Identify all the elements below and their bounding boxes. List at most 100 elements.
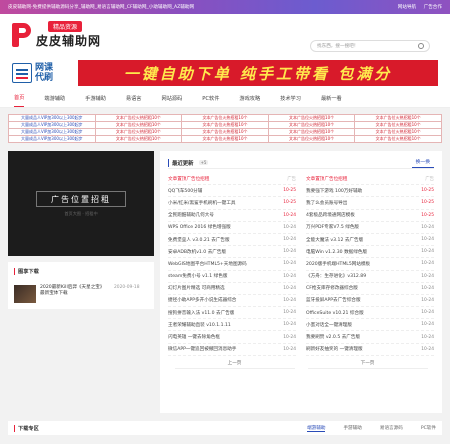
recommend-item[interactable]: 2020最新Kill后羿《天星之宝》最新宝体下载 2020-09-18 [14,285,148,303]
text-ad-link[interactable]: 文本广告位火热招租10个 [355,136,442,143]
list-item[interactable]: 搜狗拼音输入法 v11.0 去广告版 10-24 [168,307,296,320]
list-item-title[interactable]: 刷新好友抽奖的 一键清理版 [306,346,421,352]
list-item[interactable]: 我了么会员账号导出 10-25 [306,197,434,210]
list-item-title[interactable]: 小米/红米/黑鲨手机刷机一键工具 [168,200,283,206]
list-item-title[interactable]: 小蜜对话全一键清理版 [306,322,421,328]
banner-ad[interactable]: 一键自助下单 纯手工带看 包满分 [78,60,438,86]
nav-item-e-language[interactable]: 易语言 [126,95,142,107]
nav-item-home[interactable]: 首页 [14,94,25,107]
list-item[interactable]: 微信APP一键追回被撤回消息助手 10-24 [168,344,296,356]
list-item[interactable]: 小米/红米/黑鲨手机刷机一键工具 10-25 [168,197,296,210]
list-item-title[interactable]: 文章置顶广告位招租 [168,176,287,182]
list-item-title[interactable]: steam免费小号 v1.1 绿色版 [168,273,283,279]
text-ad-link[interactable]: 文本广告位火热招租10个 [355,122,442,129]
logo-icon[interactable] [10,21,32,49]
wangke-logo[interactable]: 网课 代刷 [12,58,78,88]
tab-e-language-source[interactable]: 易语言源码 [380,425,403,432]
site-map-link[interactable]: 网站导航 [398,5,416,10]
list-item[interactable]: 2020版手机端HTML5网站模板 10-24 [306,258,434,271]
list-item[interactable]: 王者荣耀辅助直装 v10.1.1.11 10-24 [168,319,296,332]
list-item-title[interactable]: 全能大魔法 v3.12 去广告版 [306,237,421,243]
pinned-ad-row[interactable]: 文章置顶广告位招租 广告 [168,173,296,186]
refresh-button[interactable]: 换一换 [411,158,434,168]
text-ad-link[interactable]: 大量成品人VIP加300以上300起步 [9,129,96,136]
list-item[interactable]: 刷新好友抽奖的 一键清理版 10-24 [306,344,434,356]
list-item[interactable]: QQ飞车500分辅 10-25 [168,185,296,198]
nav-item-latest[interactable]: 最新一看 [321,95,342,107]
list-item-title[interactable]: WPS Office 2016 绿色增强版 [168,224,283,230]
nav-item-mobile-cheats[interactable]: 手游辅助 [85,95,106,107]
list-item[interactable]: 4套极品跨境通网店模板 10-25 [306,210,434,222]
list-item-title[interactable]: 万兴PDF专家V7.5 绿色版 [306,224,421,230]
nav-item-pc-cheats[interactable]: 端游辅助 [44,95,65,107]
list-item-title[interactable]: 搜狗拼音输入法 v11.0 去广告版 [168,310,283,316]
tab-mobile-cheats[interactable]: 手游辅助 [343,425,361,432]
nav-item-pc-software[interactable]: PC软件 [202,95,219,107]
text-ad-link[interactable]: 大量成品人VIP加300以上300起步 [9,136,96,143]
list-item[interactable]: WPS Office 2016 绿色增强版 10-24 [168,222,296,234]
list-item[interactable]: 小蜜对话全一键清理版 10-24 [306,319,434,332]
list-item-title[interactable]: WebGIS地图平台HTML5+天地图源码 [168,261,283,267]
text-ad-link[interactable]: 大量成品人VIP加300以上300起步 [9,122,96,129]
text-ad-link[interactable]: 文本广告位火热招租10个 [95,136,183,143]
list-item[interactable]: 捷径小助APP多开小说生成器综合 10-24 [168,295,296,308]
list-item[interactable]: steam免费小号 v1.1 绿色版 10-24 [168,271,296,283]
text-ad-link[interactable]: 文本广告位火热招租10个 [268,115,356,122]
list-item[interactable]: OfficeSuite v10.21 综合版 10-24 [306,307,434,320]
list-item[interactable]: 电脑Win v1.2.30 数据绿色版 10-24 [306,246,434,259]
list-item-title[interactable]: 我要刷赞 v2.0.5 去广告版 [306,334,421,340]
list-item[interactable]: 我要刷赞 v2.0.5 去广告版 10-24 [306,331,434,344]
list-item[interactable]: 闪电英雄 一键去除角色框 10-24 [168,331,296,344]
search-icon[interactable] [418,43,424,49]
text-ad-link[interactable]: 文本广告位火热招租10个 [182,136,269,143]
list-item-title[interactable]: OfficeSuite v10.21 综合版 [306,310,421,316]
list-item-title[interactable]: 免费堡垒人 v3.0.21 去广告版 [168,237,283,243]
list-item-title[interactable]: 捷径小助APP多开小说生成器综合 [168,297,283,303]
list-item-title[interactable]: 我了么会员账号导出 [306,200,421,206]
list-item-title[interactable]: 全民跑酷辅助几何大号 [168,212,283,218]
list-item-title[interactable]: 4套极品跨境通网店模板 [306,212,421,218]
image-ad-slot[interactable]: 广告位置招租 首页大图 · 招租中 [8,151,154,256]
list-item[interactable]: 全民跑酷辅助几何大号 10-24 [168,210,296,222]
nav-item-tech-learning[interactable]: 技术学习 [280,95,301,107]
list-item-title[interactable]: 幻灯片图片精选 可商用精选 [168,285,283,291]
text-ad-link[interactable]: 大量成品人VIP加300以上300起步 [9,115,96,122]
list-item[interactable]: 《方舟：生存进化》v312.89 10-24 [306,271,434,283]
list-item-title[interactable]: 我要强下游戏 100万好辅助 [306,188,421,194]
list-item[interactable]: 安卓ADB改机v1.0 去广告版 10-24 [168,246,296,259]
logo[interactable]: 精品资源 皮皮辅助网 [36,21,101,49]
text-ad-link[interactable]: 文本广告位火热招租10个 [182,122,269,129]
list-item[interactable]: WebGIS地图平台HTML5+天地图源码 10-24 [168,258,296,271]
nav-item-web-source[interactable]: 网站源码 [162,95,183,107]
text-ad-link[interactable]: 文本广告位火热招租10个 [95,129,183,136]
prev-page-button[interactable]: 上一页 [174,360,295,369]
next-page-button[interactable]: 下一页 [307,360,428,369]
ad-cooperation-link[interactable]: 广告合作 [424,5,442,10]
recommend-item-title[interactable]: 2020最新Kill后羿《天星之宝》最新宝体下载 [40,285,108,297]
list-item[interactable]: CF枪支库存修改器综合版 10-24 [306,283,434,295]
list-item[interactable]: 幻灯片图片精选 可商用精选 10-24 [168,283,296,295]
list-item-title[interactable]: QQ飞车500分辅 [168,188,283,194]
list-item-title[interactable]: 电脑Win v1.2.30 数据绿色版 [306,249,421,255]
nav-item-game-guides[interactable]: 游戏攻略 [239,95,260,107]
list-item-title[interactable]: 文章置顶广告位招租 [306,176,425,182]
list-item-title[interactable]: 王者荣耀辅助直装 v10.1.1.11 [168,322,283,328]
text-ad-link[interactable]: 文本广告位火热招租10个 [268,129,356,136]
tab-pc-cheats[interactable]: 端游辅助 [307,425,326,432]
list-item[interactable]: 免费堡垒人 v3.0.21 去广告版 10-24 [168,234,296,247]
text-ad-link[interactable]: 文本广告位火热招租10个 [95,122,183,129]
recommend-thumbnail[interactable] [14,285,36,303]
text-ad-link[interactable]: 文本广告位火热招租10个 [182,129,269,136]
text-ad-link[interactable]: 文本广告位火热招租10个 [95,115,183,122]
text-ad-link[interactable]: 文本广告位火热招租10个 [268,122,356,129]
text-ad-link[interactable]: 文本广告位火热招租10个 [355,129,442,136]
list-item-title[interactable]: 《方舟：生存进化》v312.89 [306,273,421,279]
text-ad-link[interactable]: 文本广告位火热招租10个 [355,115,442,122]
list-item-title[interactable]: CF枪支库存修改器综合版 [306,285,421,291]
list-item[interactable]: 万兴PDF专家V7.5 绿色版 10-24 [306,222,434,234]
list-item-title[interactable]: 蓝牙投屏APP去广告综合版 [306,297,421,303]
list-item[interactable]: 全能大魔法 v3.12 去广告版 10-24 [306,234,434,247]
tab-pc-software[interactable]: PC软件 [421,425,436,432]
list-item[interactable]: 我要强下游戏 100万好辅助 10-25 [306,185,434,198]
list-item-title[interactable]: 闪电英雄 一键去除角色框 [168,334,283,340]
